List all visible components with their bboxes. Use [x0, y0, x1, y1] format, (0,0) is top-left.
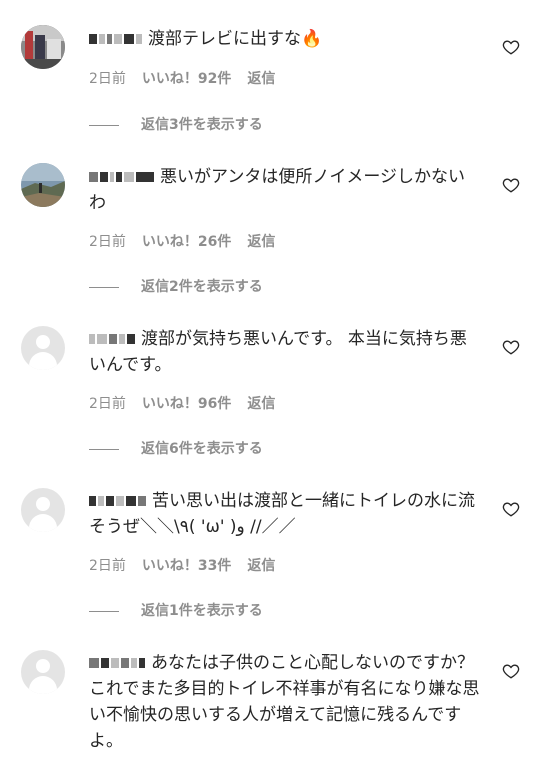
view-replies-button[interactable]: 返信2件を表示する	[89, 276, 263, 296]
view-replies-label: 返信2件を表示する	[141, 279, 263, 295]
view-replies-label: 返信6件を表示する	[141, 441, 263, 457]
username-redacted[interactable]	[89, 164, 156, 190]
view-replies-label: 返信1件を表示する	[141, 603, 263, 619]
reply-button[interactable]: 返信	[247, 396, 275, 412]
view-replies-button[interactable]: 返信6件を表示する	[89, 438, 263, 458]
comment-meta: 2日前 いいね！92件 返信	[89, 68, 275, 88]
view-replies-button[interactable]: 返信1件を表示する	[89, 600, 263, 620]
username-redacted[interactable]	[89, 326, 137, 352]
heart-outline-icon[interactable]	[502, 662, 520, 680]
comment-text: あなたは子供のこと心配しないのですか？これでまた多目的トイレ不祥事が有名になり嫌…	[89, 653, 480, 751]
username-redacted[interactable]	[89, 26, 144, 52]
divider-line	[89, 610, 119, 612]
view-replies-button[interactable]: 返信3件を表示する	[89, 114, 263, 134]
comment-text: 渡部テレビに出すな🔥	[148, 29, 323, 49]
username-redacted[interactable]	[89, 488, 148, 514]
heart-outline-icon[interactable]	[502, 500, 520, 518]
likes-count[interactable]: いいね！96件	[142, 396, 231, 412]
heart-outline-icon[interactable]	[502, 338, 520, 356]
divider-line	[89, 448, 119, 450]
heart-outline-icon[interactable]	[502, 38, 520, 56]
avatar-photo	[21, 25, 65, 69]
comment-meta: 2日前 いいね！96件 返信	[89, 393, 275, 413]
comment-body: 渡部が気持ち悪いんです。 本当に気持ち悪いんです。	[89, 326, 481, 378]
likes-count[interactable]: いいね！26件	[142, 234, 231, 250]
comment-time: 2日前	[89, 396, 126, 412]
comment-body: 悪いがアンタは便所ノイメージしかないわ	[89, 164, 481, 216]
comment-meta: 2日前 いいね！26件 返信	[89, 231, 275, 251]
comment-body: あなたは子供のこと心配しないのですか？これでまた多目的トイレ不祥事が有名になり嫌…	[89, 650, 481, 754]
comment-time: 2日前	[89, 71, 126, 87]
likes-count[interactable]: いいね！33件	[142, 558, 231, 574]
default-user-icon[interactable]	[21, 326, 65, 370]
comment-time: 2日前	[89, 558, 126, 574]
comment-body: 苦い思い出は渡部と一緒にトイレの水に流そうぜ＼＼\٩( 'ω' )و //／／	[89, 488, 481, 540]
reply-button[interactable]: 返信	[247, 558, 275, 574]
reply-button[interactable]: 返信	[247, 234, 275, 250]
comment-text: 渡部が気持ち悪いんです。 本当に気持ち悪いんです。	[89, 329, 467, 375]
avatar[interactable]	[21, 25, 65, 69]
view-replies-label: 返信3件を表示する	[141, 117, 263, 133]
username-redacted[interactable]	[89, 650, 147, 676]
avatar-photo	[21, 163, 65, 207]
divider-line	[89, 286, 119, 288]
likes-count[interactable]: いいね！92件	[142, 71, 231, 87]
avatar[interactable]	[21, 163, 65, 207]
comment-time: 2日前	[89, 234, 126, 250]
heart-outline-icon[interactable]	[502, 176, 520, 194]
divider-line	[89, 124, 119, 126]
comment-body: 渡部テレビに出すな🔥	[89, 26, 481, 52]
default-user-icon[interactable]	[21, 488, 65, 532]
default-user-icon[interactable]	[21, 650, 65, 694]
comment-meta: 2日前 いいね！33件 返信	[89, 555, 275, 575]
reply-button[interactable]: 返信	[247, 71, 275, 87]
